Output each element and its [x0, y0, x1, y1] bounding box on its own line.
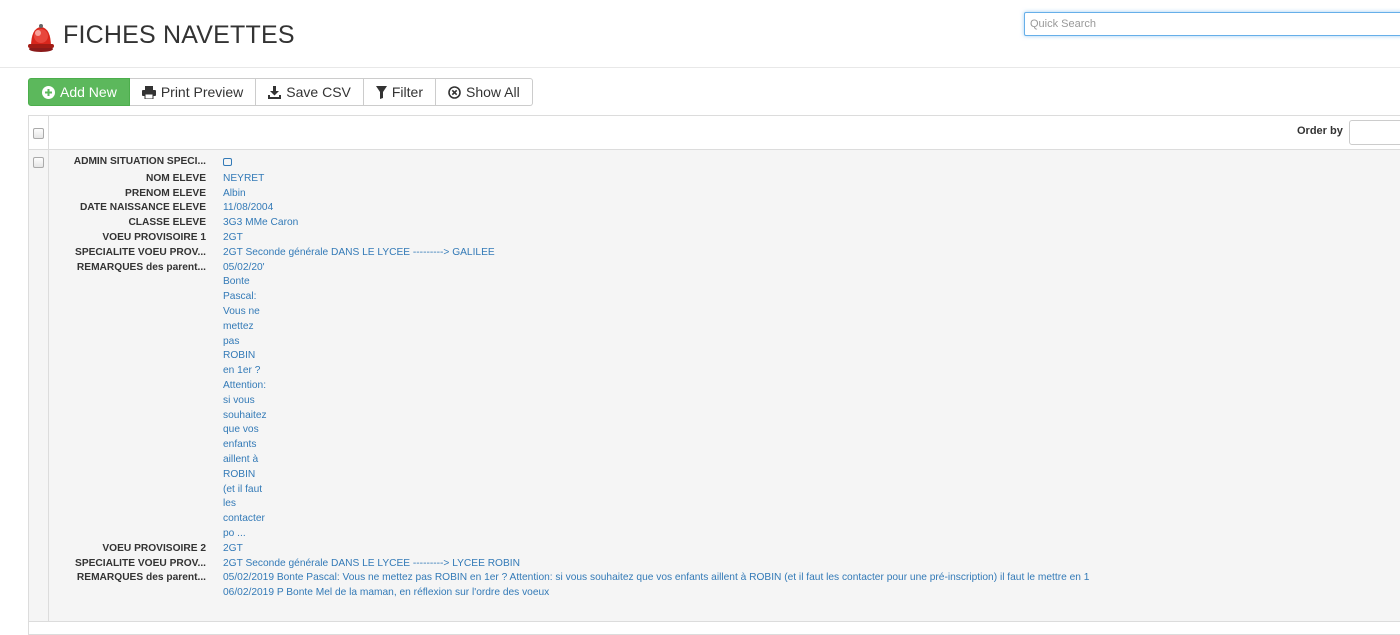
- remarks-line: Bonte: [223, 276, 250, 288]
- remarks-line: enfants: [223, 439, 257, 451]
- order-by-select[interactable]: [1349, 120, 1400, 145]
- remarks-value-wrapped: 05/02/20' Bonte Pascal: Vous ne mettez p…: [223, 261, 269, 542]
- remarks-line: Vous ne: [223, 305, 260, 317]
- remarks-line: si vous: [223, 394, 255, 406]
- quick-search-input[interactable]: [1024, 12, 1400, 36]
- filter-button[interactable]: Filter: [363, 78, 436, 106]
- field-value: 2GT Seconde générale DANS LE LYCEE -----…: [223, 246, 495, 258]
- add-new-label: Add New: [60, 84, 117, 100]
- plus-circle-icon: [42, 85, 55, 99]
- field-label: VOEU PROVISOIRE 2: [102, 542, 206, 554]
- remarks-line: (et il faut: [223, 483, 263, 495]
- remarks-line: pas: [223, 335, 240, 347]
- remarks-line: ROBIN: [223, 350, 256, 362]
- select-all-checkbox[interactable]: [33, 128, 44, 139]
- alarm-bell-icon: [28, 24, 54, 52]
- remarks-value: 05/02/2019 Bonte Pascal: Vous ne mettez …: [223, 571, 1089, 601]
- checkbox-icon: [223, 158, 232, 166]
- field-label: SPECIALITE VOEU PROV...: [75, 246, 206, 258]
- field-value: 11/08/2004: [223, 202, 274, 214]
- field-row: REMARQUES des parent... 05/02/20' Bonte …: [59, 261, 1089, 542]
- remarks-line: en 1er ?: [223, 365, 261, 377]
- field-row: REMARQUES des parent... 05/02/2019 Bonte…: [59, 571, 1090, 601]
- field-row: CLASSE ELEVE 3G3 MMe Caron: [59, 216, 1089, 231]
- field-label: PRENOM ELEVE: [125, 187, 206, 199]
- download-icon: [268, 85, 282, 99]
- field-label: ADMIN SITUATION SPECI...: [73, 156, 206, 167]
- grid-header: Order by: [29, 116, 1400, 150]
- field-label: NOM ELEVE: [145, 172, 206, 184]
- field-row: VOEU PROVISOIRE 2 2GT: [59, 542, 1089, 557]
- field-row: PRENOM ELEVE Albin: [59, 187, 1089, 202]
- remarks-line: les: [223, 498, 237, 510]
- field-row: SPECIALITE VOEU PROV... 2GT Seconde géné…: [59, 246, 1089, 261]
- field-row: VOEU PROVISOIRE 1 2GT: [59, 231, 1089, 246]
- remarks-line: 05/02/20': [223, 261, 265, 273]
- field-label: SPECIALITE VOEU PROV...: [75, 557, 206, 569]
- remarks-line: Pascal:: [223, 291, 257, 303]
- filter-label: Filter: [391, 84, 423, 100]
- save-csv-label: Save CSV: [286, 84, 351, 100]
- remarks-line: po ...: [223, 527, 246, 539]
- show-all-button[interactable]: Show All: [436, 78, 533, 106]
- remarks-line: que vos: [223, 424, 259, 436]
- field-label: CLASSE ELEVE: [128, 217, 206, 229]
- toolbar: Add New Print Preview Save CSV Filter Sh…: [28, 78, 533, 106]
- remarks-line: Attention:: [223, 379, 267, 391]
- table-row: ADMIN SITUATION SPECI... NOM ELEVE NEYRE…: [29, 150, 1400, 622]
- page-title: FICHES NAVETTES: [63, 21, 295, 49]
- remarks-line: 05/02/2019 Bonte Pascal: Vous ne mettez …: [223, 572, 1090, 584]
- close-circle-icon: [448, 85, 461, 99]
- remarks-line: contacter: [223, 513, 265, 525]
- print-preview-button[interactable]: Print Preview: [129, 78, 257, 106]
- remarks-line: 06/02/2019 P Bonte Mel de la maman, en r…: [223, 587, 550, 599]
- row-checkbox-column: [29, 150, 49, 621]
- field-label: REMARQUES des parent...: [76, 572, 206, 584]
- field-value: 2GT: [223, 542, 243, 554]
- field-value: 2GT Seconde générale DANS LE LYCEE -----…: [223, 557, 520, 569]
- record-fields: ADMIN SITUATION SPECI... NOM ELEVE NEYRE…: [59, 155, 1090, 601]
- header-checkbox-column: [29, 116, 49, 149]
- remarks-line: ROBIN: [223, 468, 256, 480]
- field-value: 3G3 MMe Caron: [223, 217, 299, 229]
- page-header: FICHES NAVETTES: [0, 0, 1400, 68]
- filter-icon: [375, 85, 387, 99]
- print-preview-label: Print Preview: [160, 84, 244, 100]
- field-label: VOEU PROVISOIRE 1: [102, 231, 206, 243]
- records-grid: Order by ADMIN SITUATION SPECI... NOM EL…: [28, 115, 1400, 635]
- show-all-label: Show All: [466, 84, 520, 100]
- add-new-button[interactable]: Add New: [28, 78, 130, 106]
- field-row: DATE NAISSANCE ELEVE 11/08/2004: [59, 201, 1089, 216]
- row-checkbox[interactable]: [33, 157, 44, 168]
- field-value: Albin: [223, 187, 246, 199]
- field-row: SPECIALITE VOEU PROV... 2GT Seconde géné…: [59, 557, 1089, 572]
- save-csv-button[interactable]: Save CSV: [256, 78, 364, 106]
- field-label: DATE NAISSANCE ELEVE: [79, 202, 206, 214]
- remarks-line: mettez: [223, 320, 254, 332]
- field-label: REMARQUES des parent...: [76, 261, 206, 273]
- field-value: 2GT: [223, 231, 243, 243]
- admin-situation-checkbox-value: [223, 155, 232, 172]
- field-row: ADMIN SITUATION SPECI...: [59, 155, 1089, 172]
- order-by-label: Order by: [1297, 125, 1343, 137]
- field-row: NOM ELEVE NEYRET: [59, 172, 1089, 187]
- field-value: NEYRET: [223, 172, 265, 184]
- remarks-line: aillent à: [223, 453, 259, 465]
- print-icon: [141, 85, 156, 99]
- remarks-line: souhaitez: [223, 409, 267, 421]
